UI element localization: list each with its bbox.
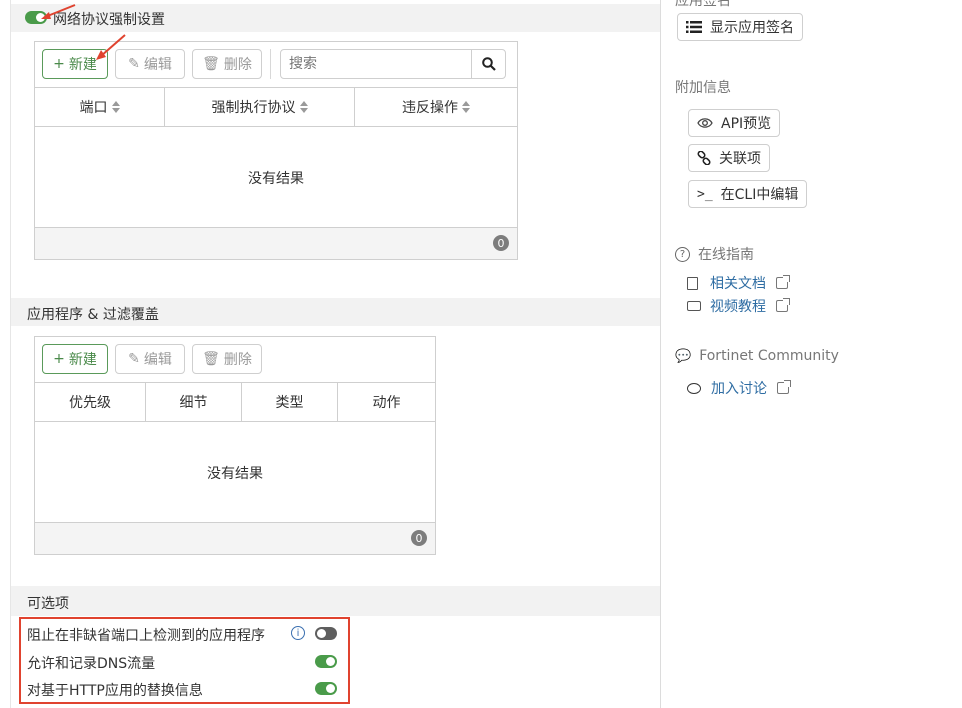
plus-icon: + <box>53 351 65 367</box>
section-header-protocol-enforcement: 网络协议强制设置 <box>11 4 660 32</box>
empty-message: 没有结果 <box>248 171 304 187</box>
annotation-arrow <box>96 34 126 60</box>
protocol-enforcement-table: + 新建 ✎ 编辑 🗑 删除 端口 强制执行协议 <box>34 41 518 260</box>
related-docs-link[interactable]: 相关文档 <box>687 273 790 293</box>
column-header-port[interactable]: 端口 <box>35 88 165 126</box>
external-link-icon <box>777 380 791 394</box>
main-panel: 网络协议强制设置 + 新建 ✎ 编辑 🗑 删除 端口 <box>10 0 661 708</box>
result-count-badge: 0 <box>411 530 427 546</box>
trash-icon: 🗑 <box>202 56 220 72</box>
book-icon <box>687 276 698 290</box>
edit-button-label: 编辑 <box>143 57 172 73</box>
column-header-type[interactable]: 类型 <box>242 383 338 421</box>
table-footer: 0 <box>35 227 517 259</box>
video-tutorial-link[interactable]: 视频教程 <box>687 296 790 316</box>
join-discussion-link[interactable]: 加入讨论 <box>687 378 791 398</box>
help-icon: ? <box>675 246 690 262</box>
column-header-priority[interactable]: 优先级 <box>35 383 146 421</box>
empty-message: 没有结果 <box>207 466 263 482</box>
video-icon <box>687 301 701 311</box>
right-sidebar: 应用签名 显示应用签名 附加信息 API预览 关联项 >_ 在CLI中编辑 ? … <box>661 0 962 708</box>
sort-icon <box>299 101 308 113</box>
section-header-app-override: 应用程序 & 过滤覆盖 <box>11 298 660 326</box>
table-header: 端口 强制执行协议 违反操作 <box>35 87 517 127</box>
table-header: 优先级 细节 类型 动作 <box>35 382 435 422</box>
additional-info-heading: 附加信息 <box>675 80 731 96</box>
show-app-signature-button[interactable]: 显示应用签名 <box>677 13 803 41</box>
annotation-highlight-box <box>19 617 350 704</box>
toolbar-divider <box>270 49 271 79</box>
column-header-violation-action[interactable]: 违反操作 <box>355 88 517 126</box>
sort-icon <box>462 101 470 113</box>
related-items-button[interactable]: 关联项 <box>688 144 770 172</box>
column-header-action[interactable]: 动作 <box>338 383 435 421</box>
sort-icon <box>111 101 120 113</box>
trash-icon: 🗑 <box>202 351 220 367</box>
delete-button[interactable]: 🗑 删除 <box>192 344 262 374</box>
search-box <box>280 49 506 79</box>
external-link-icon <box>776 298 790 312</box>
edit-button-label: 编辑 <box>143 352 172 368</box>
app-override-table: + 新建 ✎ 编辑 🗑 删除 优先级 细节 类型 动作 没有结果 0 <box>34 336 436 555</box>
delete-button-label: 删除 <box>223 57 252 73</box>
delete-button-label: 删除 <box>223 352 252 368</box>
community-heading: 💬 Fortinet Community <box>675 348 839 364</box>
delete-button[interactable]: 🗑 删除 <box>192 49 262 79</box>
column-header-details[interactable]: 细节 <box>146 383 242 421</box>
new-button-label: 新建 <box>68 352 97 368</box>
new-button[interactable]: + 新建 <box>42 344 108 374</box>
section-header-options: 可选项 <box>11 586 660 616</box>
edit-in-cli-button[interactable]: >_ 在CLI中编辑 <box>688 180 808 208</box>
section-title: 可选项 <box>27 596 69 612</box>
comment-icon <box>687 382 701 394</box>
list-icon <box>686 21 702 33</box>
annotation-arrow <box>41 4 76 19</box>
section-title: 应用程序 & 过滤覆盖 <box>27 307 159 323</box>
search-button[interactable] <box>471 50 505 78</box>
eye-icon <box>697 118 713 128</box>
search-icon <box>481 57 496 71</box>
api-preview-button[interactable]: API预览 <box>688 109 781 137</box>
table-footer: 0 <box>35 522 435 554</box>
link-icon <box>697 151 711 165</box>
terminal-icon: >_ <box>697 186 713 202</box>
result-count-badge: 0 <box>493 235 509 251</box>
pencil-icon: ✎ <box>128 351 140 367</box>
chat-bubbles-icon: 💬 <box>675 348 692 364</box>
app-signature-heading: 应用签名 <box>675 0 731 9</box>
external-link-icon <box>776 275 790 289</box>
column-header-enforced-protocol[interactable]: 强制执行协议 <box>165 88 355 126</box>
edit-button[interactable]: ✎ 编辑 <box>115 344 185 374</box>
plus-icon: + <box>53 56 65 72</box>
online-guide-heading: ? 在线指南 <box>675 244 754 264</box>
search-input[interactable] <box>281 50 471 78</box>
